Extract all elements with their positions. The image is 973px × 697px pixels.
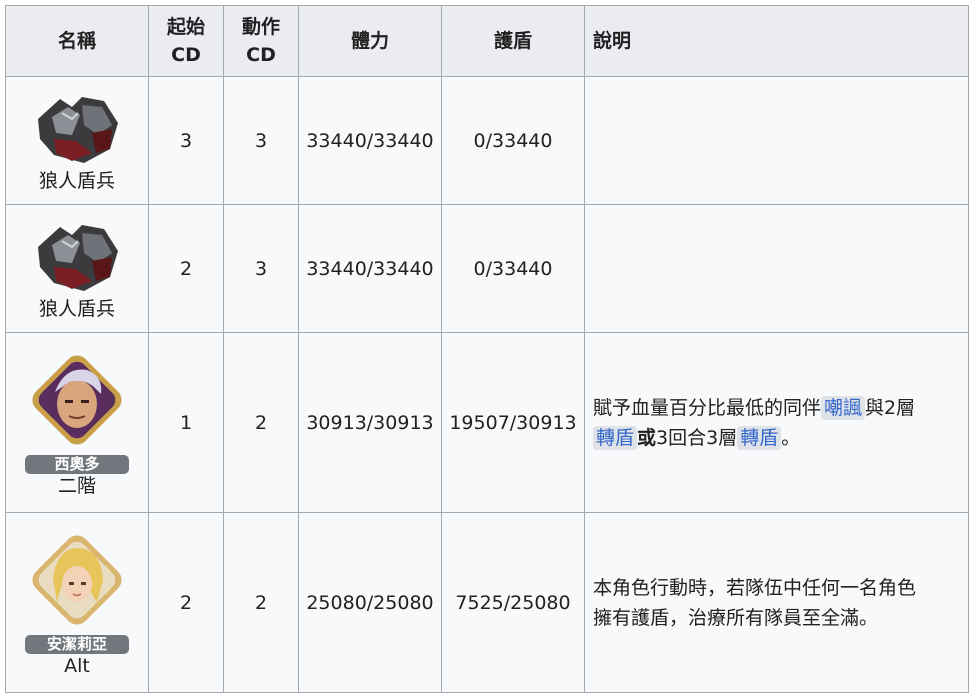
hp-value: 25080/25080 xyxy=(298,512,442,693)
shield-value: 19507/30913 xyxy=(441,332,585,513)
unit-name: 狼人盾兵 xyxy=(38,169,115,192)
action-cd-value: 3 xyxy=(223,204,299,333)
start-cd-value: 1 xyxy=(148,332,224,513)
description-text: 。 xyxy=(781,426,801,449)
unit-name: Alt xyxy=(64,654,90,677)
start-cd-value: 2 xyxy=(148,204,224,333)
theodore-portrait-icon[interactable] xyxy=(25,348,129,452)
action-cd-value: 2 xyxy=(223,512,299,693)
character-badge: 安潔莉亞 xyxy=(25,634,129,654)
start-cd-value: 3 xyxy=(148,76,224,205)
description-text: 擁有護盾，治療所有隊員至全滿。 xyxy=(593,606,879,629)
shield-transfer-link[interactable]: 轉盾 xyxy=(593,425,638,450)
werewolf-shield-soldier-icon[interactable] xyxy=(32,89,122,169)
description-text: 與2層 xyxy=(865,396,916,419)
start-cd-value: 2 xyxy=(148,512,224,693)
header-shield: 護盾 xyxy=(441,5,585,77)
name-cell: 狼人盾兵 xyxy=(5,76,149,205)
name-cell: 安潔莉亞 Alt xyxy=(5,512,149,693)
table-row: 西奧多 二階 1 2 30913/30913 19507/30913 賦予血量百… xyxy=(5,332,969,513)
header-action-cd: 動作 CD xyxy=(223,5,299,77)
hp-value: 33440/33440 xyxy=(298,204,442,333)
name-cell: 狼人盾兵 xyxy=(5,204,149,333)
header-name: 名稱 xyxy=(5,5,149,77)
description-cell xyxy=(584,204,969,333)
angelia-portrait-icon[interactable] xyxy=(25,528,129,632)
table-row: 狼人盾兵 3 3 33440/33440 0/33440 xyxy=(5,76,969,205)
hp-value: 33440/33440 xyxy=(298,76,442,205)
description-cell: 賦予血量百分比最低的同伴 嘲諷 與2層 轉盾 或3回合3層 轉盾。 xyxy=(584,332,969,513)
header-row: 名稱 起始 CD 動作 CD 體力 護盾 說明 xyxy=(5,5,969,77)
header-start-cd: 起始 CD xyxy=(148,5,224,77)
werewolf-shield-soldier-icon[interactable] xyxy=(32,217,122,297)
description-cell: 本角色行動時，若隊伍中任何一名角色 擁有護盾，治療所有隊員至全滿。 xyxy=(584,512,969,693)
description-text: 賦予血量百分比最低的同伴 xyxy=(593,396,822,419)
description-text: 或 xyxy=(637,426,657,449)
unit-name: 二階 xyxy=(57,474,96,497)
header-hp: 體力 xyxy=(298,5,442,77)
enemy-table: 名稱 起始 CD 動作 CD 體力 護盾 說明 狼人盾兵 3 3 33440/334… xyxy=(5,5,969,693)
action-cd-value: 3 xyxy=(223,76,299,205)
shield-value: 7525/25080 xyxy=(441,512,585,693)
action-cd-value: 2 xyxy=(223,332,299,513)
table-row: 安潔莉亞 Alt 2 2 25080/25080 7525/25080 本角色行… xyxy=(5,512,969,693)
name-cell: 西奧多 二階 xyxy=(5,332,149,513)
shield-value: 0/33440 xyxy=(441,76,585,205)
shield-transfer-link[interactable]: 轉盾 xyxy=(737,425,782,450)
description-text: 本角色行動時，若隊伍中任何一名角色 xyxy=(593,576,917,599)
description-cell xyxy=(584,76,969,205)
unit-name: 狼人盾兵 xyxy=(38,297,115,320)
hp-value: 30913/30913 xyxy=(298,332,442,513)
description-text: 3回合3層 xyxy=(656,426,738,449)
taunt-link[interactable]: 嘲諷 xyxy=(821,395,866,420)
character-badge: 西奧多 xyxy=(25,454,129,474)
header-description: 說明 xyxy=(584,5,969,77)
shield-value: 0/33440 xyxy=(441,204,585,333)
table-row: 狼人盾兵 2 3 33440/33440 0/33440 xyxy=(5,204,969,333)
